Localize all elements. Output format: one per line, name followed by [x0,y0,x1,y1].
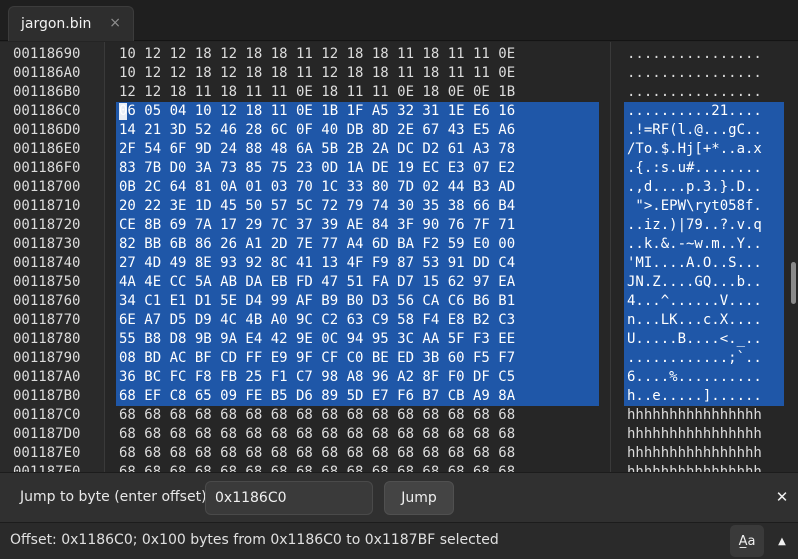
ascii-row[interactable]: 4...^......V.... [627,292,762,311]
close-icon[interactable]: ✕ [774,488,790,506]
offset-label: 00118760 [13,293,81,309]
ascii-row[interactable]: hhhhhhhhhhhhhhhh [627,463,762,472]
ascii-row[interactable]: hhhhhhhhhhhhhhhh [627,425,762,444]
offset-label: 00118770 [13,312,81,328]
ascii-row[interactable]: .{.:s.u#........ [627,159,762,178]
offset-label: 00118750 [13,274,81,290]
hex-row[interactable]: 10 12 12 18 12 18 18 11 12 18 18 11 18 1… [119,64,515,83]
hex-row[interactable]: CE 8B 69 7A 17 29 7C 37 39 AE 84 3F 90 7… [119,216,515,235]
hex-row[interactable]: 0B 2C 64 81 0A 01 03 70 1C 33 80 7D 02 4… [119,178,515,197]
tab-bar: jargon.bin × [0,0,798,41]
hex-row[interactable]: 36 BC FC F8 FB 25 F1 C7 98 A8 96 A2 8F F… [119,368,515,387]
offset-label: 001187E0 [13,445,81,461]
offset-label: 001186F0 [13,160,81,176]
offset-label: 001186E0 [13,141,81,157]
ascii-row[interactable]: ................ [627,45,762,64]
ascii-row[interactable]: 6....%.......... [627,368,762,387]
hex-row[interactable]: 20 22 3E 1D 45 50 57 5C 72 79 74 30 35 3… [119,197,515,216]
hex-row[interactable]: 68 68 68 68 68 68 68 68 68 68 68 68 68 6… [119,425,515,444]
offset-label: 001186A0 [13,65,81,81]
hex-row[interactable]: 14 21 3D 52 46 28 6C 0F 40 DB 8D 2E 67 4… [119,121,515,140]
hex-row[interactable]: 68 68 68 68 68 68 68 68 68 68 68 68 68 6… [119,463,515,472]
offset-label: 00118720 [13,217,81,233]
ascii-row[interactable]: ................ [627,64,762,83]
hex-row[interactable]: 10 12 12 18 12 18 18 11 12 18 18 11 18 1… [119,45,515,64]
ascii-row[interactable]: ..iz.)|79..?.v.q [627,216,762,235]
ascii-row[interactable]: ">.EPW\ryt058f. [627,197,761,216]
scrollbar-thumb[interactable] [791,262,796,304]
hex-row[interactable]: 82 BB 6B 86 26 A1 2D 7E 77 A4 6D BA F2 5… [119,235,515,254]
hex-row[interactable]: 34 C1 E1 D1 5E D4 99 AF B9 B0 D3 56 CA C… [119,292,515,311]
offset-label: 00118690 [13,46,81,62]
vertical-scrollbar[interactable] [789,42,798,472]
offset-label: 00118740 [13,255,81,271]
jump-offset-input[interactable] [205,481,373,515]
hex-row[interactable]: 12 12 18 11 18 11 11 0E 18 11 11 0E 18 0… [119,83,515,102]
offset-label: 00118780 [13,331,81,347]
offset-label: 001186D0 [13,122,81,138]
tab-jargon-bin[interactable]: jargon.bin × [8,6,134,41]
ascii-row[interactable]: h..e.....]...... [627,387,762,406]
hex-row[interactable]: 68 68 68 68 68 68 68 68 68 68 68 68 68 6… [119,406,515,425]
hex-view[interactable]: 00118690 001186A0 001186B0 001186C0 001186D0… [0,42,798,472]
hex-row[interactable]: 68 EF C8 65 09 FE B5 D6 89 5D E7 F6 B7 C… [119,387,515,406]
ascii-row[interactable]: .!=RF(l.@...gC.. [627,121,762,140]
ascii-row[interactable]: .,d....p.3.}.D.. [627,178,762,197]
hex-row[interactable]: 4A 4E CC 5A AB DA EB FD 47 51 FA D7 15 6… [119,273,515,292]
hex-row[interactable]: 83 7B D0 3A 73 85 75 23 0D 1A DE 19 EC E… [119,159,515,178]
tab-close-icon[interactable]: × [109,15,121,31]
offset-label: 001187C0 [13,407,81,423]
ascii-row[interactable]: JN.Z....GQ...b.. [627,273,762,292]
hex-row[interactable]: 06 05 04 10 12 18 11 0E 1B 1F A5 32 31 1… [119,102,515,121]
status-text: Offset: 0x1186C0; 0x100 bytes from 0x118… [10,532,499,548]
offset-column: 00118690 001186A0 001186B0 001186C0 001186D0… [0,42,105,472]
offset-label: 001187D0 [13,426,81,442]
hex-column[interactable]: 10 12 12 18 12 18 18 11 12 18 18 11 18 1… [106,42,609,472]
ascii-row[interactable]: /To.$.Hj[+*..a.x [627,140,762,159]
ascii-row[interactable]: U.....B....<._.. [627,330,762,349]
jump-label: Jump to byte (enter offset): [20,489,212,505]
hex-row[interactable]: 27 4D 49 8E 93 92 8C 41 13 4F F9 87 53 9… [119,254,515,273]
ascii-row[interactable]: ..k.&.-~w.m..Y.. [627,235,762,254]
jump-bar: Jump to byte (enter offset): Jump ✕ [0,472,798,522]
offset-label: 001187F0 [13,464,81,472]
hex-row[interactable]: 68 68 68 68 68 68 68 68 68 68 68 68 68 6… [119,444,515,463]
offset-label: 00118730 [13,236,81,252]
ascii-column[interactable]: ........................................… [610,42,788,472]
offset-label: 00118700 [13,179,81,195]
offset-label: 001186C0 [13,103,81,119]
menu-chevron-up-icon[interactable]: ▲ [770,525,794,557]
ascii-row[interactable]: ..........21.... [627,102,762,121]
offset-label: 001186B0 [13,84,81,100]
status-bar: Offset: 0x1186C0; 0x100 bytes from 0x118… [0,522,798,559]
hex-row[interactable]: 55 B8 D8 9B 9A E4 42 9E 0C 94 95 3C AA 5… [119,330,515,349]
jump-button[interactable]: Jump [384,481,454,515]
offset-label: 001187A0 [13,369,81,385]
ascii-row[interactable]: hhhhhhhhhhhhhhhh [627,406,762,425]
offset-label: 001187B0 [13,388,81,404]
ascii-row[interactable]: 'MI....A.O..S... [627,254,762,273]
hex-row[interactable]: 6E A7 D5 D9 4C 4B A0 9C C2 63 C9 58 F4 E… [119,311,515,330]
tab-title: jargon.bin [21,16,92,32]
ascii-row[interactable]: ............;`.. [627,349,762,368]
hex-row[interactable]: 08 BD AC BF CD FF E9 9F CF C0 BE ED 3B 6… [119,349,515,368]
offset-label: 00118790 [13,350,81,366]
charset-button[interactable]: A̲a [730,525,764,557]
ascii-row[interactable]: ................ [627,83,762,102]
charset-icon: A̲a [738,533,756,549]
ascii-row[interactable]: n...LK...c.X.... [627,311,762,330]
offset-label: 00118710 [13,198,81,214]
ascii-row[interactable]: hhhhhhhhhhhhhhhh [627,444,762,463]
hex-row[interactable]: 2F 54 6F 9D 24 88 48 6A 5B 2B 2A DC D2 6… [119,140,515,159]
